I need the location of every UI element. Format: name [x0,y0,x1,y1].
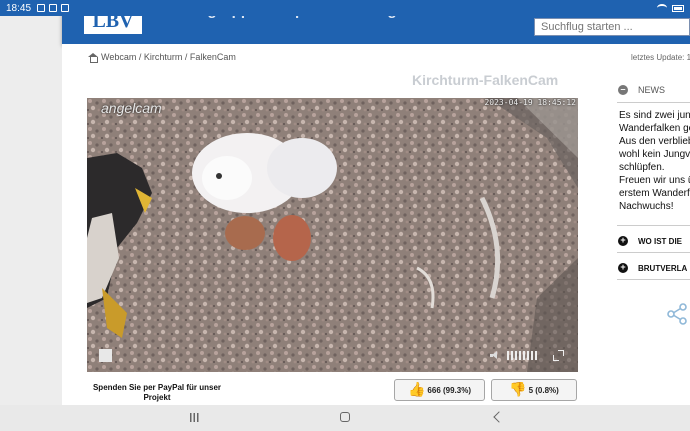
divider [617,102,690,103]
recent-apps-icon[interactable] [190,413,199,422]
page-title: Kirchturm-FalkenCam [412,72,559,88]
news-header[interactable]: – NEWS [618,85,665,95]
dislike-button[interactable]: 👎 5 (0.8%) [491,379,577,401]
battery-icon [672,4,684,12]
news-line: Wanderfalken ge [619,123,690,134]
news-line: Es sind zwei jung [619,110,690,121]
angelcam-watermark: angelcam [101,100,162,116]
last-update: letztes Update: 18.0 [631,53,690,62]
like-button[interactable]: 👍 666 (99.3%) [394,379,485,401]
paypal-donate-text[interactable]: Spenden Sie per PayPal für unser Projekt [92,383,222,403]
news-line: Aus den verbliebe [619,136,690,147]
news-title: NEWS [638,85,665,95]
search-input[interactable] [534,18,690,36]
divider [617,252,690,253]
falcon-nest-image [87,98,578,372]
thumbs-up-icon: 👍 [407,382,426,398]
like-count: 666 (99.3%) [427,385,472,395]
notification-icon [61,4,70,12]
news-line: erstem Wanderfa [619,188,690,199]
news-line: Freuen wir uns ül [619,175,690,186]
breadcrumb: Webcam / Kirchturm / FalkenCam [88,52,236,63]
news-line: Nachwuchs! [619,201,674,212]
plus-circle-icon: + [618,263,628,273]
share-icon[interactable] [666,303,688,325]
sidebar-item-brutverlauf[interactable]: + BRUTVERLA [618,263,690,273]
news-text: Es sind zwei jung Wanderfalken ge Aus de… [619,109,690,213]
notification-icon [37,4,46,12]
wifi-icon [657,4,667,12]
volume-level[interactable] [507,351,537,360]
status-time: 18:45 [6,2,32,14]
sidebar-item-label: WO IST DIE [638,236,682,246]
sidebar-item-label: BRUTVERLA [638,263,688,273]
status-bar: 18:45 [0,0,690,16]
breadcrumb-path[interactable]: Webcam / Kirchturm / FalkenCam [101,52,236,62]
android-nav-bar [0,405,690,431]
home-button-icon[interactable] [340,412,350,422]
minus-circle-icon: – [618,85,628,95]
home-icon[interactable] [88,52,98,63]
gallery-icon [49,4,58,12]
news-line: schlüpfen. [619,162,665,173]
news-line: wohl kein Jungvo [619,149,690,160]
fullscreen-icon[interactable] [553,350,564,361]
plus-circle-icon: + [618,236,628,246]
dislike-count: 5 (0.8%) [528,385,559,395]
sidebar-item-wo-ist-die[interactable]: + WO IST DIE [618,236,690,246]
divider [617,279,690,280]
webcam-video-player[interactable]: angelcam 2023-04-19 18:45:12 [87,98,578,372]
volume-icon[interactable] [490,351,500,360]
stop-icon[interactable] [99,349,112,362]
back-icon[interactable] [493,411,505,423]
video-timestamp: 2023-04-19 18:45:12 [484,98,576,107]
thumbs-down-icon: 👎 [509,382,527,398]
divider [617,225,690,226]
